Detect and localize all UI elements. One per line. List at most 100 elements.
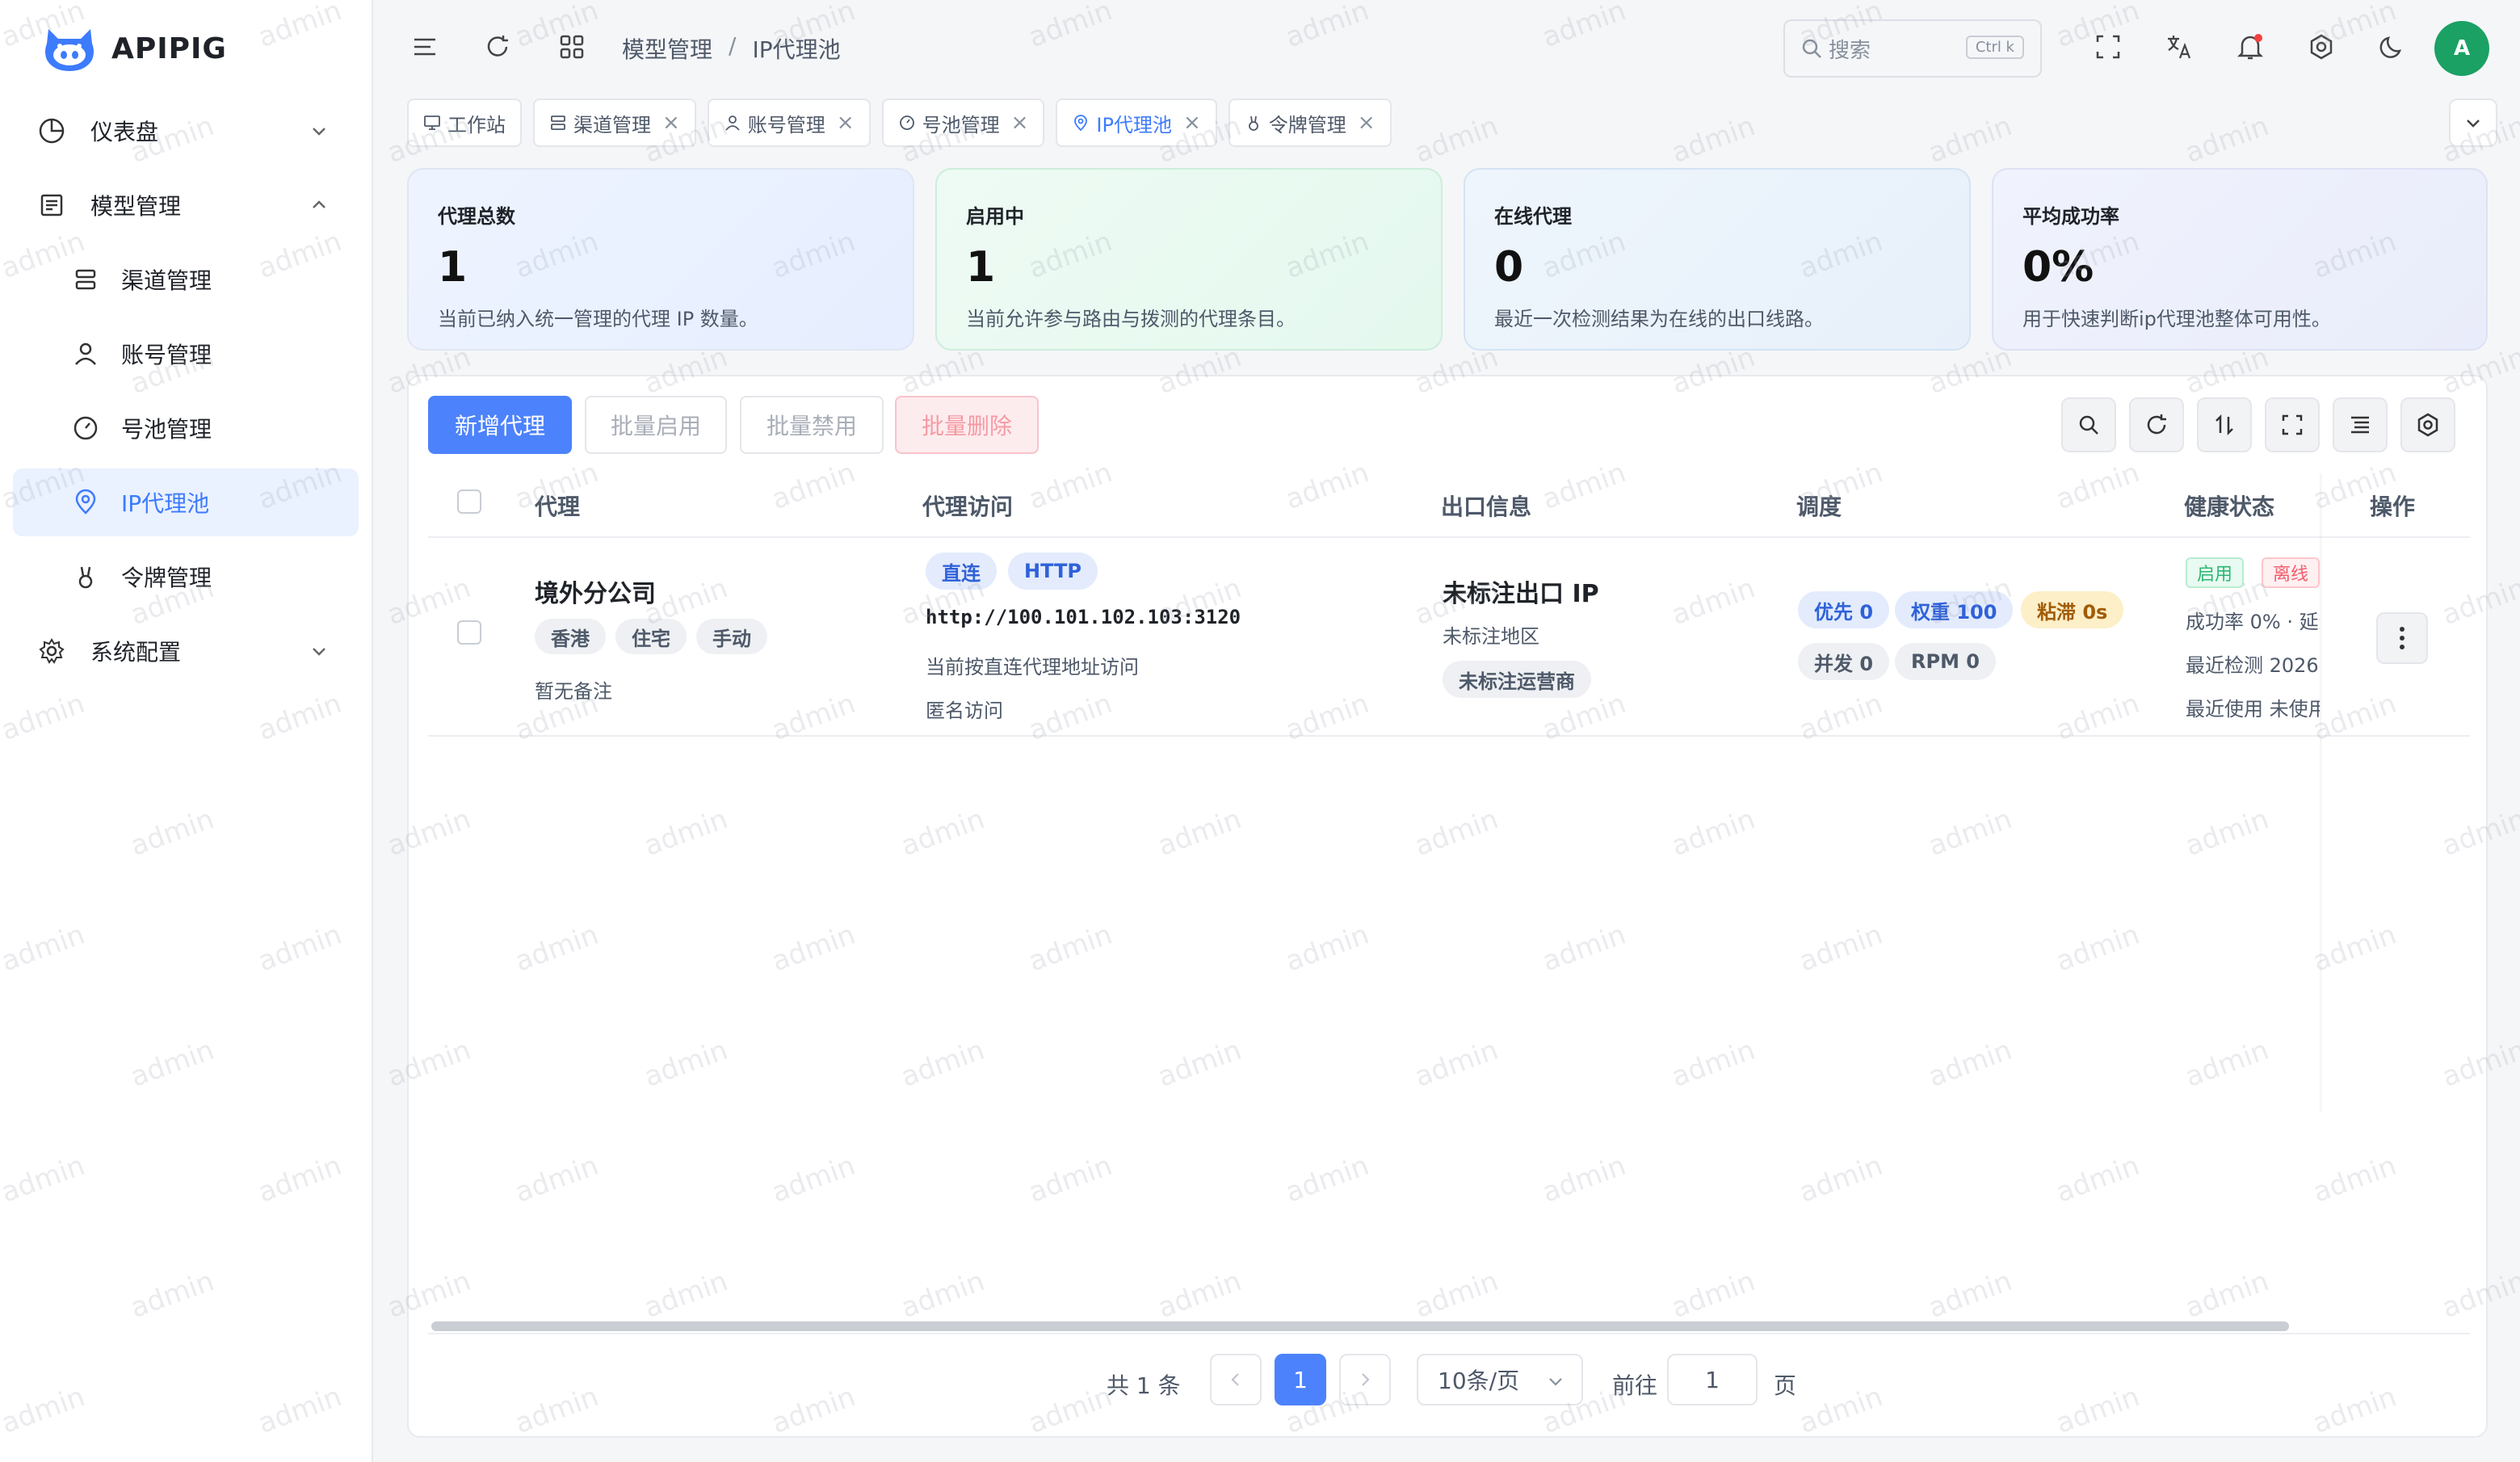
- select-all-checkbox[interactable]: [457, 489, 481, 514]
- column-header-health[interactable]: 健康状态: [2184, 489, 2274, 522]
- auth-mode: 匿名访问: [926, 699, 1003, 722]
- breadcrumb: 模型管理 / IP代理池: [622, 32, 841, 65]
- chevron-left-icon: [1231, 1373, 1239, 1386]
- table-sort-button[interactable]: [2197, 397, 2252, 452]
- breadcrumb-current: IP代理池: [752, 36, 841, 63]
- sidebar-item-dashboard[interactable]: 仪表盘: [13, 97, 359, 165]
- column-header-exit[interactable]: 出口信息: [1441, 489, 1531, 522]
- sort-icon: [2216, 414, 2233, 436]
- sidebar-item-channel-management[interactable]: 渠道管理: [13, 246, 359, 313]
- tab-label: 令牌管理: [1268, 113, 1346, 137]
- table-column-settings-button[interactable]: [2400, 397, 2455, 452]
- proxy-note: 暂无备注: [535, 680, 612, 703]
- location-icon: [1074, 115, 1088, 132]
- tab-channel-management[interactable]: 渠道管理 ×: [533, 99, 696, 147]
- fullscreen-button[interactable]: [2090, 29, 2126, 65]
- rpm-badge: RPM 0: [1895, 643, 1997, 680]
- tab-close-icon[interactable]: ×: [1011, 111, 1029, 135]
- sidebar-item-pool-management[interactable]: 号池管理: [13, 394, 359, 462]
- batch-enable-button[interactable]: 批量启用: [585, 396, 727, 454]
- table-density-button[interactable]: [2333, 397, 2388, 452]
- sidebar-item-token-management[interactable]: 令牌管理: [13, 543, 359, 611]
- next-page-button[interactable]: [1339, 1354, 1391, 1405]
- exit-isp-badge: 未标注运营商: [1443, 661, 1591, 698]
- tab-token-management[interactable]: 令牌管理 ×: [1228, 99, 1392, 147]
- list-icon: [2351, 416, 2369, 434]
- column-header-access[interactable]: 代理访问: [922, 489, 1013, 522]
- goto-page-input[interactable]: [1667, 1354, 1758, 1405]
- stat-value: 0%: [2022, 243, 2094, 292]
- tab-label: 渠道管理: [573, 113, 651, 137]
- breadcrumb-parent[interactable]: 模型管理: [622, 32, 712, 65]
- sidebar-item-model-management[interactable]: 模型管理: [13, 171, 359, 239]
- search-icon: [2079, 415, 2098, 435]
- row-checkbox[interactable]: [457, 620, 481, 645]
- horizontal-scrollbar[interactable]: [431, 1321, 2289, 1331]
- add-proxy-button[interactable]: 新增代理: [428, 396, 572, 454]
- success-rate-text: 成功率 0% · 延迟: [2186, 611, 2320, 633]
- monitor-icon: [424, 116, 440, 130]
- menu-toggle-button[interactable]: [407, 29, 443, 65]
- row-more-actions-button[interactable]: [2376, 612, 2428, 664]
- stat-desc: 用于快速判断ip代理池整体可用性。: [2022, 308, 2331, 330]
- exit-ip: 未标注出口 IP: [1443, 580, 1599, 608]
- sidebar-item-label: 系统配置: [90, 639, 182, 666]
- table-refresh-button[interactable]: [2129, 397, 2184, 452]
- notifications-button[interactable]: [2232, 29, 2268, 65]
- refresh-button[interactable]: [480, 29, 515, 65]
- column-header-proxy[interactable]: 代理: [535, 489, 580, 522]
- token-icon: [71, 562, 100, 591]
- tab-pool-management[interactable]: 号池管理 ×: [881, 99, 1045, 147]
- pig-logo-icon: [45, 29, 94, 71]
- search-shortcut-badge: Ctrl k: [1965, 36, 2024, 59]
- tabs-bar: 工作站 渠道管理 × 账号管理 × 号池管理 × IP代理池 × 令牌管理 ×: [407, 99, 1392, 147]
- tab-close-icon[interactable]: ×: [1183, 111, 1201, 135]
- tab-close-icon[interactable]: ×: [1358, 111, 1376, 135]
- watermark-text: admin: [1924, 109, 2017, 170]
- language-button[interactable]: [2161, 29, 2197, 65]
- sidebar-item-ip-proxy-pool[interactable]: IP代理池: [13, 468, 359, 536]
- sticky-badge: 粘滞 0s: [2021, 591, 2124, 628]
- sidebar-item-label: 模型管理: [90, 193, 182, 220]
- tab-ip-proxy-pool[interactable]: IP代理池 ×: [1056, 99, 1217, 147]
- avatar[interactable]: A: [2434, 21, 2489, 76]
- row-divider: [428, 735, 2470, 737]
- search-input[interactable]: 搜索 Ctrl k: [1783, 19, 2042, 78]
- stat-title: 启用中: [966, 205, 1024, 228]
- tab-workstation[interactable]: 工作站: [407, 99, 522, 147]
- sidebar-item-label: 渠道管理: [121, 267, 212, 294]
- tabs-more-button[interactable]: [2449, 99, 2497, 147]
- tab-close-icon[interactable]: ×: [662, 111, 680, 135]
- refresh-icon: [2147, 414, 2166, 435]
- table-fullscreen-button[interactable]: [2265, 397, 2320, 452]
- tab-close-icon[interactable]: ×: [837, 111, 855, 135]
- pagination-total: 共 1 条: [1107, 1372, 1181, 1399]
- settings-button[interactable]: [2304, 29, 2339, 65]
- sidebar-item-label: 号池管理: [121, 416, 212, 443]
- page-size-select[interactable]: 10条/页: [1417, 1354, 1583, 1405]
- column-header-schedule[interactable]: 调度: [1796, 489, 1842, 522]
- sidebar-item-account-management[interactable]: 账号管理: [13, 320, 359, 388]
- proxy-tag: 手动: [696, 619, 767, 654]
- prev-page-button[interactable]: [1210, 1354, 1262, 1405]
- watermark-text: admin: [2181, 109, 2274, 170]
- sidebar-item-label: 仪表盘: [90, 119, 159, 145]
- status-badge-enabled: 启用: [2186, 557, 2245, 588]
- batch-disable-button[interactable]: 批量禁用: [740, 396, 884, 454]
- theme-toggle-button[interactable]: [2375, 29, 2410, 65]
- app-logo[interactable]: APIPIG: [42, 24, 227, 73]
- tab-label: 号池管理: [922, 113, 1000, 137]
- batch-delete-button[interactable]: 批量删除: [895, 396, 1039, 454]
- more-vertical-icon: [2400, 627, 2404, 649]
- translate-icon: [2168, 36, 2191, 59]
- sidebar-item-system-config[interactable]: 系统配置: [13, 617, 359, 685]
- app-name: APIPIG: [111, 32, 227, 65]
- sidebar-item-label: 账号管理: [121, 342, 212, 368]
- stat-card-enabled: 启用中 1 当前允许参与路由与拨测的代理条目。: [935, 168, 1443, 351]
- tab-account-management[interactable]: 账号管理 ×: [707, 99, 871, 147]
- apps-button[interactable]: [554, 29, 590, 65]
- table-search-button[interactable]: [2061, 397, 2116, 452]
- column-header-actions: 操作: [2370, 494, 2416, 520]
- priority-badge: 优先 0: [1798, 591, 1890, 628]
- page-number-button[interactable]: 1: [1275, 1354, 1326, 1405]
